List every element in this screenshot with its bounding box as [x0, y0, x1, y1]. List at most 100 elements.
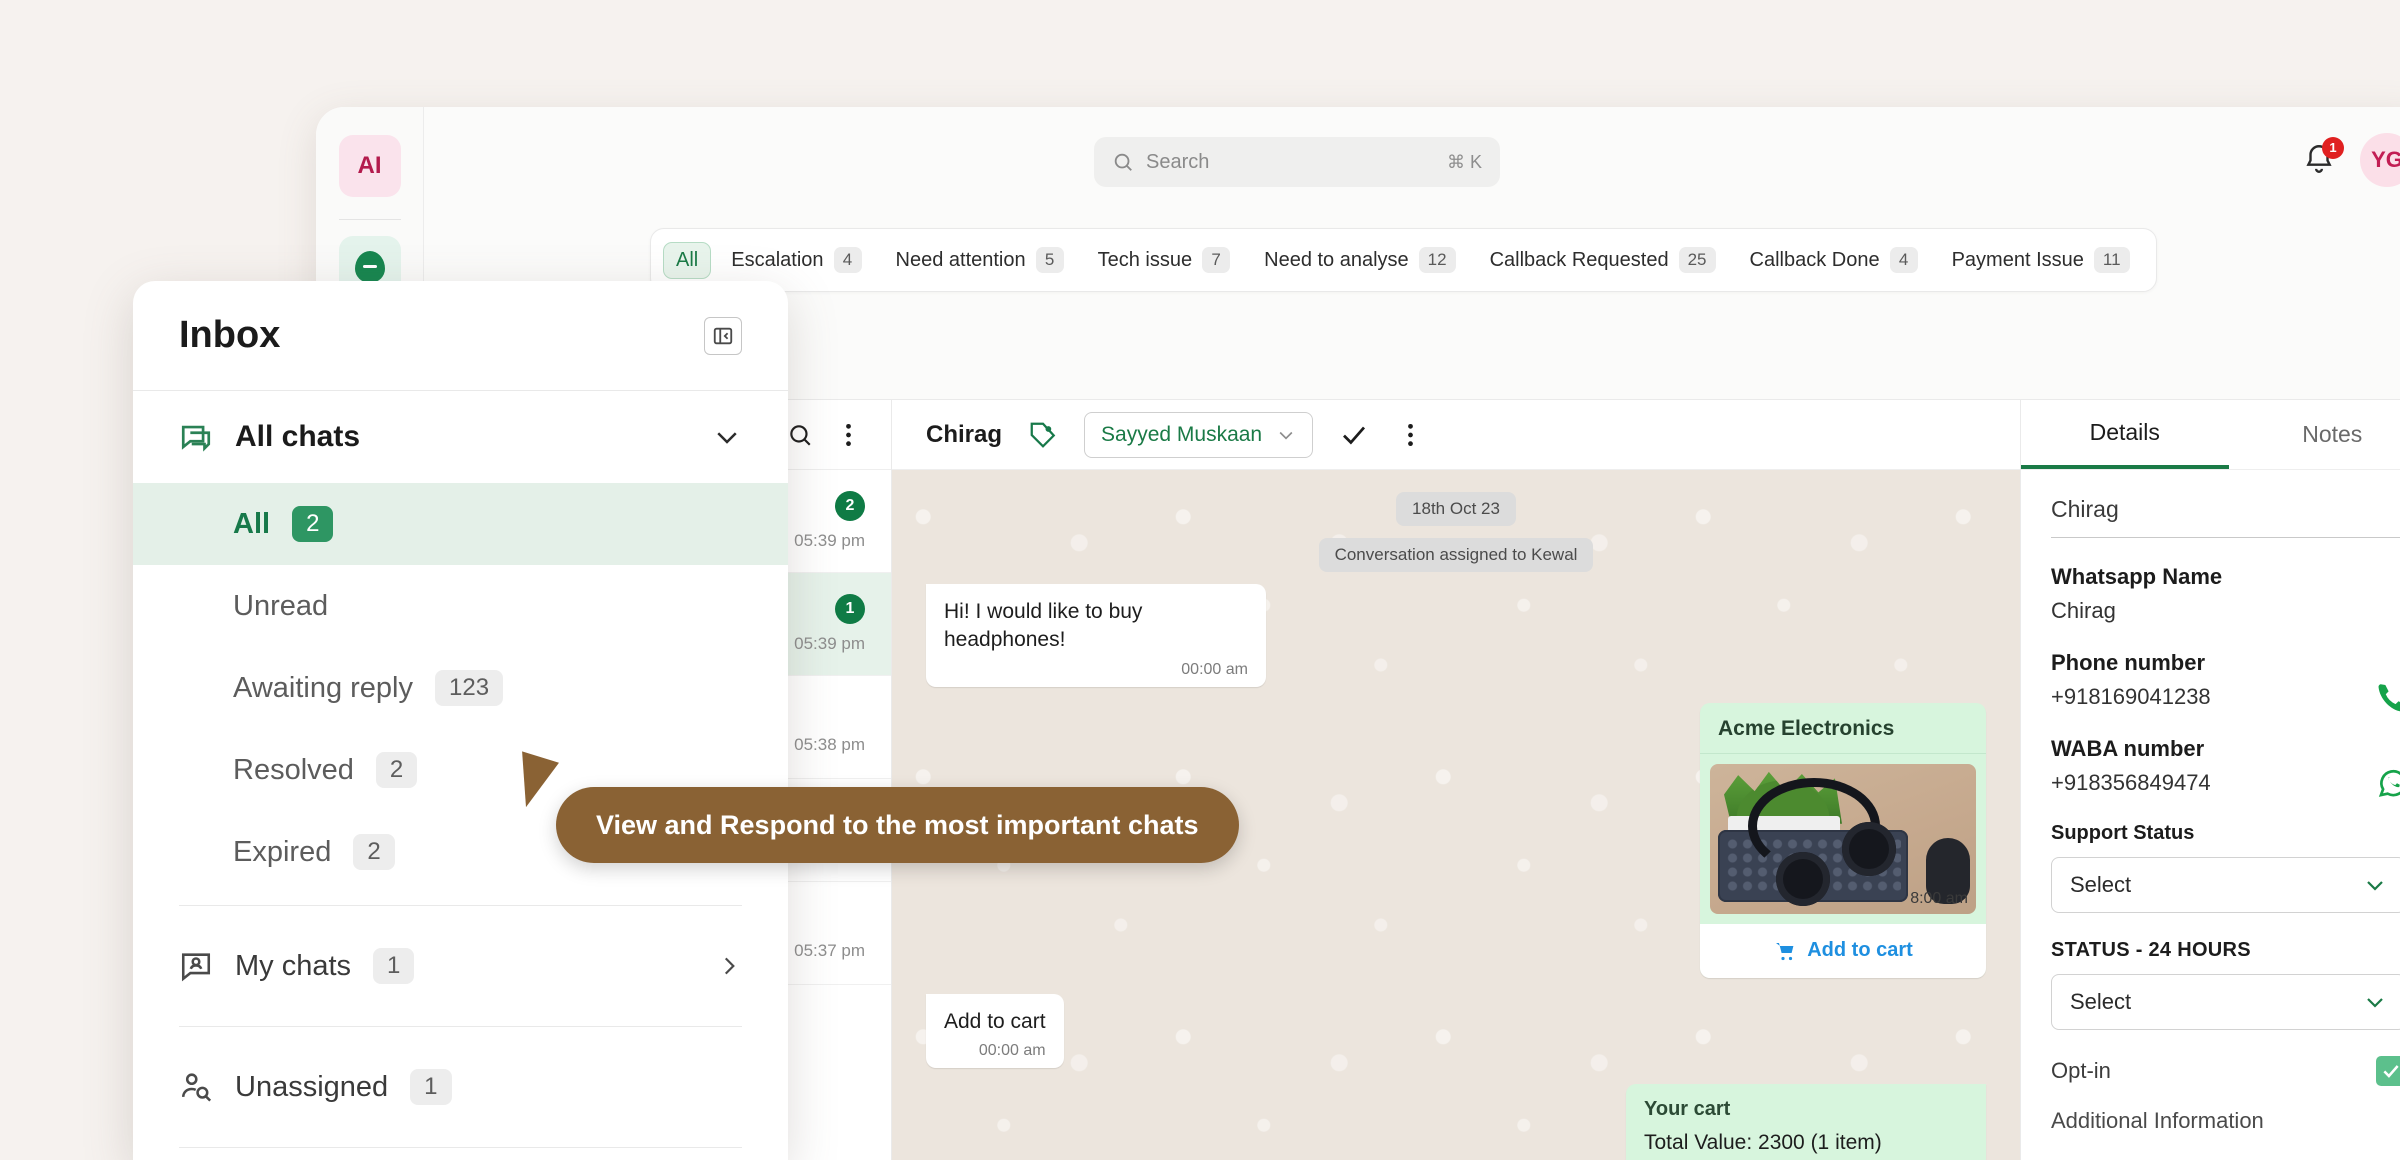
field-value: Chirag: [2051, 598, 2400, 624]
chevron-down-icon[interactable]: [712, 422, 742, 452]
chevron-down-icon: [1276, 425, 1296, 445]
conversation-title: Chirag: [926, 421, 1002, 449]
filter-label: Callback Requested: [1490, 249, 1669, 272]
chat-list-more-button[interactable]: [833, 420, 863, 450]
cart-plus-icon: [1773, 939, 1797, 963]
product-image: 8:00 am: [1710, 764, 1976, 914]
filter-tab-escalation[interactable]: Escalation 4: [717, 239, 875, 281]
add-to-cart-label: Add to cart: [1807, 939, 1913, 962]
sidebar-item-count: 2: [376, 752, 417, 788]
sidebar-item-unassigned[interactable]: Unassigned 1: [133, 1039, 788, 1135]
whatsapp-chat-button[interactable]: [2376, 766, 2400, 800]
sidebar-item-label: Expired: [233, 836, 331, 869]
support-status-value: Select: [2070, 872, 2131, 898]
details-tabs: Details Notes: [2021, 400, 2400, 470]
callout-text: View and Respond to the most important c…: [596, 810, 1199, 841]
sidebar-item-count: 2: [353, 834, 394, 870]
top-bar: Search ⌘ K 1 YG: [424, 107, 2400, 215]
filter-tab-callback-done[interactable]: Callback Done 4: [1736, 239, 1932, 281]
callout-arrow: [522, 749, 562, 807]
search-shortcut: ⌘ K: [1447, 152, 1482, 173]
message-text: Hi! I would like to buy headphones!: [944, 598, 1248, 655]
tag-button[interactable]: [1028, 420, 1058, 450]
filter-count: 4: [1890, 247, 1918, 273]
field-value: +918169041238: [2051, 684, 2400, 710]
optin-checkbox[interactable]: [2376, 1056, 2400, 1086]
tab-details[interactable]: Details: [2021, 400, 2229, 469]
cart-summary-bubble: Your cart Total Value: 2300 (1 item) Tap…: [1626, 1084, 1986, 1160]
date-separator: 18th Oct 23: [926, 492, 1986, 526]
inbox-header: Inbox: [133, 281, 788, 391]
sidebar-item-all[interactable]: All 2: [133, 483, 788, 565]
unread-badge: 2: [835, 491, 865, 521]
contact-name-field[interactable]: Chirag: [2051, 496, 2400, 538]
filter-label: Escalation: [731, 249, 823, 272]
add-to-cart-button[interactable]: Add to cart: [1700, 924, 1986, 978]
system-chip: Conversation assigned to Kewal: [1319, 538, 1594, 572]
call-button[interactable]: [2376, 680, 2400, 714]
filter-tab-all[interactable]: All: [663, 242, 711, 279]
filter-tab-tech-issue[interactable]: Tech issue 7: [1084, 239, 1245, 281]
optin-label: Opt-in: [2051, 1058, 2376, 1084]
chevron-down-icon: [2363, 990, 2387, 1014]
sidebar-item-count: 1: [410, 1069, 451, 1105]
headphone-cup-right: [1842, 822, 1896, 876]
screen: AI Search ⌘ K: [0, 0, 2400, 1160]
sidebar-item-awaiting-reply[interactable]: Awaiting reply 123: [133, 647, 788, 729]
details-panel: Details Notes Chirag Whatsapp Name Chira…: [2020, 400, 2400, 1160]
assignee-dropdown[interactable]: Sayyed Muskaan: [1084, 412, 1313, 458]
filter-label: Need to analyse: [1264, 249, 1409, 272]
field-whatsapp-name: Whatsapp Name Chirag: [2051, 564, 2400, 624]
conversation-more-button[interactable]: [1395, 420, 1425, 450]
divider: [179, 1147, 742, 1148]
filter-tab-need-attention[interactable]: Need attention 5: [882, 239, 1078, 281]
sidebar-group-all-chats[interactable]: All chats: [133, 391, 788, 483]
callout-tooltip: View and Respond to the most important c…: [556, 787, 1239, 863]
support-status-heading: Support Status: [2051, 822, 2400, 845]
notifications-button[interactable]: 1: [2302, 141, 2340, 179]
status-24h-select[interactable]: Select: [2051, 974, 2400, 1030]
optin-row: Opt-in: [2051, 1056, 2400, 1086]
product-card: Acme Electronics 8:00 am: [1700, 703, 1986, 978]
check-icon: [1339, 420, 1369, 450]
sidebar-item-label: All: [233, 508, 270, 541]
unread-badge: 1: [835, 594, 865, 624]
chat-row-time: 05:39 pm: [794, 531, 865, 551]
sidebar-item-my-chats[interactable]: My chats 1: [133, 918, 788, 1014]
tab-details-label: Details: [2090, 419, 2160, 446]
filter-tab-payment-issue[interactable]: Payment Issue 11: [1938, 239, 2144, 281]
mark-done-button[interactable]: [1339, 420, 1369, 450]
page-title: Inbox: [179, 314, 704, 357]
message-text: Add to cart: [944, 1008, 1046, 1036]
avatar[interactable]: YG: [2360, 133, 2400, 187]
chevron-down-icon: [2363, 873, 2387, 897]
chat-list-search-button[interactable]: [785, 420, 815, 450]
search-input[interactable]: Search ⌘ K: [1094, 137, 1500, 187]
filter-label: Need attention: [896, 249, 1026, 272]
sidebar-item-count: 123: [435, 670, 503, 706]
chat-row-time: 05:38 pm: [794, 735, 865, 755]
message-row: Add to cart 00:00 am: [926, 994, 1986, 1068]
tab-notes[interactable]: Notes: [2229, 400, 2400, 469]
product-image-time: 8:00 am: [1910, 890, 1968, 908]
filter-tab-callback-requested[interactable]: Callback Requested 25: [1476, 239, 1730, 281]
filter-label: All: [676, 249, 698, 272]
support-status-select[interactable]: Select: [2051, 857, 2400, 913]
sidebar-item-unread[interactable]: Unread: [133, 565, 788, 647]
chevron-right-icon: [716, 953, 742, 979]
message-time: 00:00 am: [944, 661, 1248, 679]
ai-module-label: AI: [358, 152, 382, 180]
filter-tab-need-to-analyse[interactable]: Need to analyse 12: [1250, 239, 1469, 281]
product-card-title: Acme Electronics: [1700, 703, 1986, 754]
filter-count: 7: [1202, 247, 1230, 273]
collapse-sidebar-button[interactable]: [704, 317, 742, 355]
field-label: WABA number: [2051, 736, 2400, 762]
field-phone-number: Phone number +918169041238: [2051, 650, 2400, 710]
assignee-value: Sayyed Muskaan: [1101, 423, 1262, 447]
filter-count: 5: [1036, 247, 1064, 273]
cart-total: Total Value: 2300 (1 item): [1644, 1131, 1968, 1155]
filter-count: 12: [1419, 247, 1456, 273]
field-waba-number: WABA number +918356849474: [2051, 736, 2400, 796]
ai-module-button[interactable]: AI: [339, 135, 401, 197]
filter-count: 4: [834, 247, 862, 273]
